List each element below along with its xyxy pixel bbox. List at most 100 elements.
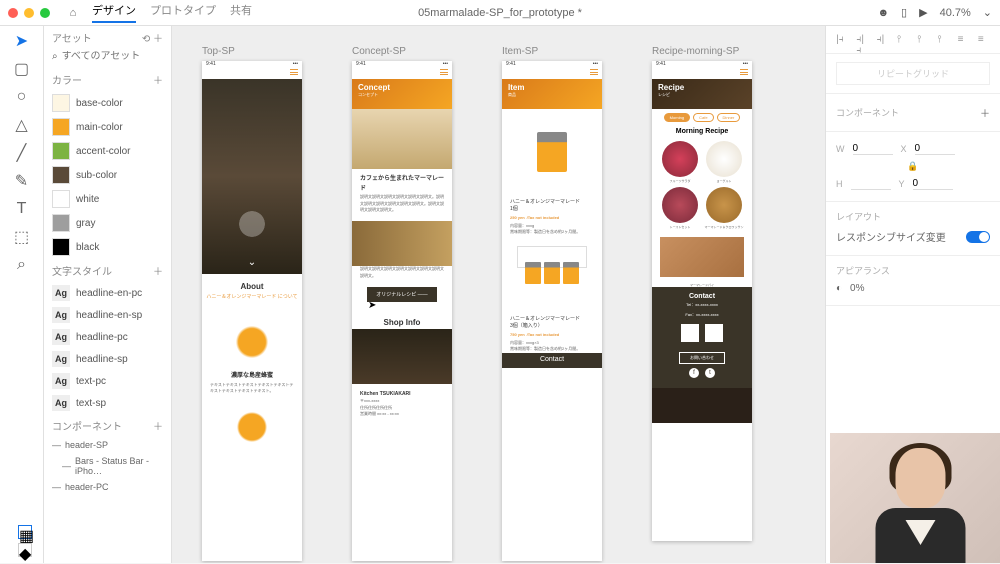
window-traffic-lights <box>8 8 50 18</box>
contact-button: お問い合わせ <box>679 352 725 364</box>
add-icon[interactable]: ＋ <box>153 34 163 45</box>
food-image <box>352 109 452 169</box>
align-top-icon[interactable]: ⫯ <box>897 34 909 46</box>
close-window[interactable] <box>8 8 18 18</box>
artboard-item-sp[interactable]: Item-SP 9:41••• Item商品 ハニー＆オレンジマーマレード1個 … <box>502 46 602 561</box>
zoom-tool[interactable]: ⌕ <box>13 256 31 274</box>
recipe-large-image <box>660 237 744 277</box>
color-swatch[interactable]: black <box>44 235 171 259</box>
asset-search-input[interactable] <box>62 51 172 62</box>
assets-title: アセット <box>52 30 92 45</box>
add-icon[interactable]: ＋ <box>980 105 990 120</box>
artboard-concept-sp[interactable]: Concept-SP 9:41••• Conceptコンセプト カフェから生まれ… <box>352 46 452 561</box>
rectangle-tool[interactable]: ▢ <box>13 60 31 78</box>
hamburger-icon <box>290 69 298 75</box>
chevron-down-icon[interactable]: ⌄ <box>983 6 992 19</box>
align-middle-icon[interactable]: ⫯ <box>917 34 929 46</box>
tab-design[interactable]: デザイン <box>92 2 136 23</box>
align-left-icon[interactable]: |⫞ <box>836 34 848 46</box>
presenter-webcam <box>830 433 1000 563</box>
add-component-icon[interactable]: ＋ <box>153 418 163 433</box>
shop-image <box>352 329 452 384</box>
select-tool[interactable]: ➤ <box>13 32 31 50</box>
color-swatch[interactable]: gray <box>44 211 171 235</box>
component-item[interactable]: — Bars - Status Bar - iPho… <box>44 453 171 479</box>
pen-tool[interactable]: ✎ <box>13 172 31 190</box>
filter-pill: Morning <box>664 113 690 122</box>
assets-panel-toggle[interactable]: ▦ <box>18 525 32 539</box>
distribute-v-icon[interactable]: ≡ <box>978 34 990 46</box>
responsive-toggle[interactable] <box>966 231 990 243</box>
jar-image <box>502 109 602 194</box>
cursor-icon: ➤ <box>368 300 376 311</box>
facebook-icon: f <box>689 368 699 378</box>
align-center-h-icon[interactable]: ⫞|⫞ <box>856 34 868 46</box>
line-tool[interactable]: ╱ <box>13 144 31 162</box>
y-input[interactable] <box>913 178 953 190</box>
add-text-style-icon[interactable]: ＋ <box>153 263 163 278</box>
align-right-icon[interactable]: ⫞| <box>877 34 889 46</box>
hamburger-icon <box>440 69 448 75</box>
user-icon[interactable]: ☻ <box>877 7 889 19</box>
color-swatch[interactable]: base-color <box>44 91 171 115</box>
add-color-icon[interactable]: ＋ <box>153 72 163 87</box>
layers-panel-toggle[interactable]: ◆ <box>18 543 32 557</box>
chevron-down-icon: ⌄ <box>248 257 256 268</box>
distribute-h-icon[interactable]: ≡ <box>958 34 970 46</box>
hamburger-icon <box>590 69 598 75</box>
maximize-window[interactable] <box>40 8 50 18</box>
text-tool[interactable]: T <box>13 200 31 218</box>
qr-code <box>705 324 723 342</box>
text-style[interactable]: Agtext-pc <box>44 370 171 392</box>
lock-icon[interactable]: 🔒 <box>907 161 918 172</box>
qr-code <box>681 324 699 342</box>
color-swatch[interactable]: white <box>44 187 171 211</box>
artboard-tool[interactable]: ⬚ <box>13 228 31 246</box>
component-item[interactable]: — header-SP <box>44 437 171 453</box>
color-swatch[interactable]: main-color <box>44 115 171 139</box>
opacity-value[interactable]: 0% <box>850 283 864 294</box>
play-icon[interactable]: ▶ <box>919 6 927 19</box>
tool-rail: ➤ ▢ ○ △ ╱ ✎ T ⬚ ⌕ <box>0 26 44 563</box>
text-style[interactable]: Agheadline-sp <box>44 348 171 370</box>
jars-box-image <box>502 236 602 311</box>
ellipse-tool[interactable]: ○ <box>13 88 31 106</box>
text-style[interactable]: Agheadline-pc <box>44 326 171 348</box>
text-style[interactable]: Agtext-sp <box>44 392 171 414</box>
artboard-top-sp[interactable]: Top-SP 9:41••• ⌄ About ハニー＆オレンジマーマレード につ… <box>202 46 302 561</box>
minimize-window[interactable] <box>24 8 34 18</box>
components-section: コンポーネント <box>52 418 122 433</box>
repeat-grid-button[interactable]: リピートグリッド <box>836 62 990 85</box>
design-canvas[interactable]: ➤ Top-SP 9:41••• ⌄ About ハニー＆オレンジマーマレード … <box>172 26 825 563</box>
transform-section: W X 🔒 H Y <box>826 132 1000 202</box>
tab-share[interactable]: 共有 <box>230 2 252 23</box>
color-swatch[interactable]: accent-color <box>44 139 171 163</box>
width-input[interactable] <box>853 143 893 155</box>
document-title: 05marmalade-SP_for_prototype * <box>418 7 582 19</box>
home-icon[interactable]: ⌂ <box>64 4 82 22</box>
hamburger-icon <box>740 69 748 75</box>
color-swatch[interactable]: sub-color <box>44 163 171 187</box>
zoom-level[interactable]: 40.7% <box>940 7 971 19</box>
x-input[interactable] <box>915 143 955 155</box>
align-bottom-icon[interactable]: ⫯ <box>937 34 949 46</box>
height-input[interactable] <box>851 178 891 190</box>
assets-panel: アセット ⟲ ＋ ⌕ ⌄ ▦ カラー＋ base-color main-colo… <box>44 26 172 563</box>
artboard-recipe-sp[interactable]: Recipe-morning-SP 9:41••• Recipeレシピ Morn… <box>652 46 752 561</box>
colors-section: カラー <box>52 72 82 87</box>
component-item[interactable]: — header-PC <box>44 479 171 495</box>
tea-image <box>352 221 452 266</box>
device-preview-icon[interactable]: ▯ <box>901 6 907 19</box>
recipe-link-button: オリジナルレシピ —— <box>367 287 437 302</box>
topbar-right: ☻ ▯ ▶ 40.7% ⌄ <box>877 6 992 19</box>
twitter-icon: t <box>705 368 715 378</box>
link-icon[interactable]: ⟲ <box>142 34 150 45</box>
align-tools: |⫞ ⫞|⫞ ⫞| ⫯ ⫯ ⫯ ≡ ≡ <box>826 26 1000 54</box>
opacity-icon: ◐ <box>836 283 842 294</box>
polygon-tool[interactable]: △ <box>13 116 31 134</box>
text-styles-section: 文字スタイル <box>52 263 112 278</box>
text-style[interactable]: Agheadline-en-pc <box>44 282 171 304</box>
text-style[interactable]: Agheadline-en-sp <box>44 304 171 326</box>
filter-pill: Dinner <box>717 113 741 122</box>
tab-prototype[interactable]: プロトタイプ <box>150 2 216 23</box>
